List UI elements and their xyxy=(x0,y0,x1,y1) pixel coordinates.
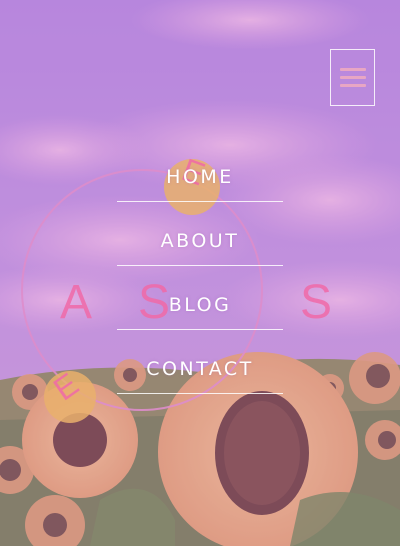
hamburger-menu-icon xyxy=(339,63,366,92)
nav-item-blog[interactable]: BLOG xyxy=(117,266,283,330)
nav-item-contact[interactable]: CONTACT xyxy=(117,330,283,394)
nav-item-home[interactable]: HOME xyxy=(117,145,283,202)
main-nav: HOME ABOUT BLOG CONTACT xyxy=(117,145,283,394)
nav-item-about[interactable]: ABOUT xyxy=(117,202,283,266)
menu-toggle-button[interactable] xyxy=(330,49,375,106)
